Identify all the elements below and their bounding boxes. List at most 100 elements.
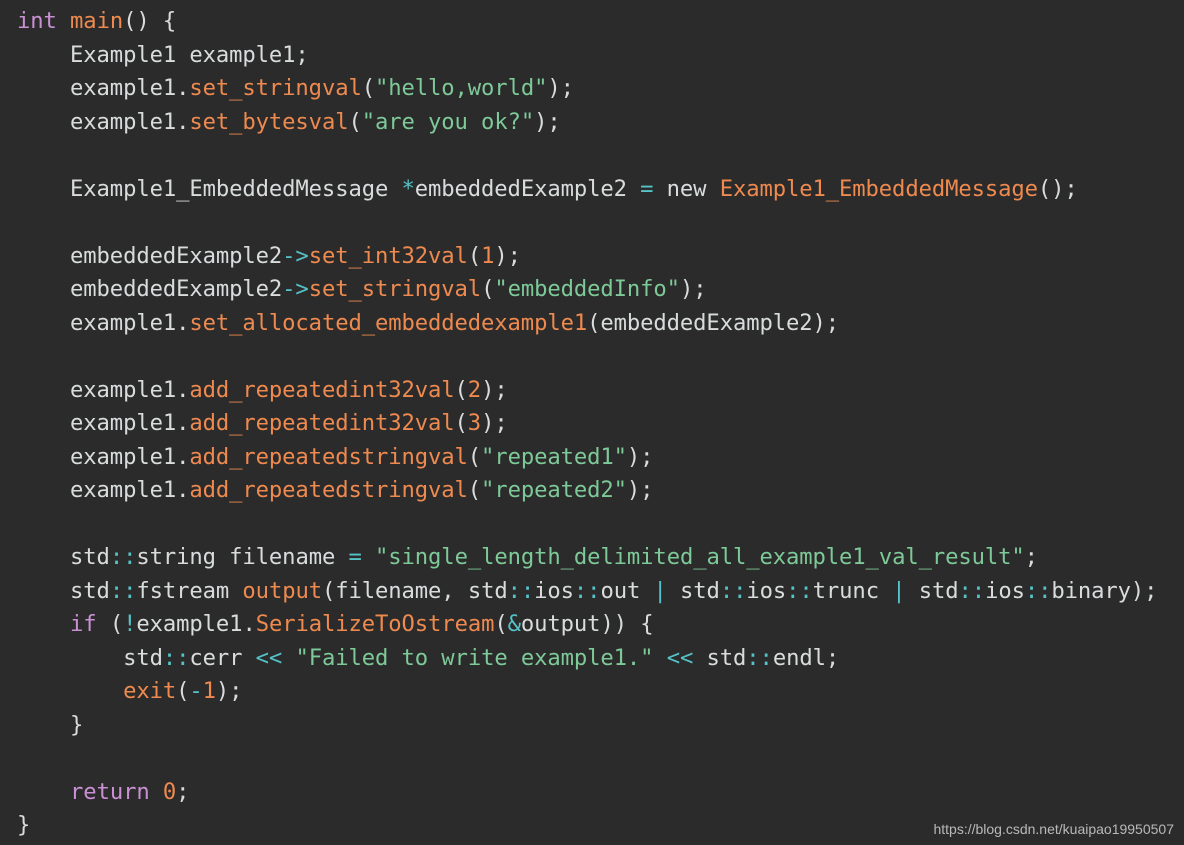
operator-token: = — [640, 175, 654, 202]
function-token: output — [242, 577, 322, 604]
function-token: set_stringval — [189, 75, 362, 101]
plain-token: ); — [494, 242, 521, 269]
plain-token: ); — [547, 75, 574, 101]
code-line: example1.set_allocated_embeddedexample1(… — [17, 307, 1157, 341]
code-line: example1.set_stringval("hello,world"); — [17, 72, 1157, 106]
function-token: add_repeatedint32val — [189, 410, 455, 436]
plain-token: (embeddedExample2); — [587, 309, 840, 336]
operator-token: << — [666, 644, 694, 671]
plain-token: ios — [746, 577, 787, 604]
code-line: exit(-1); — [17, 675, 1157, 709]
plain-token: endl; — [772, 644, 840, 671]
keyword-token: if — [70, 611, 97, 637]
plain-token: (); — [1037, 175, 1078, 202]
plain-token: output)) { — [520, 611, 654, 637]
operator-token: | — [653, 577, 667, 604]
plain-token: std — [693, 644, 747, 671]
plain-token: embeddedExample2 — [414, 175, 641, 202]
operator-token: -> — [282, 276, 309, 302]
operator-token: * — [401, 175, 415, 202]
plain-token: cerr — [189, 644, 256, 671]
function-token: set_bytesval — [189, 108, 349, 135]
string-token: "embeddedInfo" — [494, 276, 680, 302]
code-line: if (!example1.SerializeToOstream(&output… — [17, 608, 1157, 642]
operator-token: :: — [1024, 577, 1052, 604]
code-line: example1.add_repeatedstringval("repeated… — [17, 474, 1157, 508]
plain-token: example1. — [17, 443, 190, 470]
plain-token: std — [17, 544, 110, 570]
plain-token: ( — [348, 108, 362, 135]
plain-token: out — [600, 577, 654, 604]
operator-token: :: — [786, 577, 813, 604]
plain-token: ; — [176, 778, 190, 805]
operator-token: :: — [746, 644, 773, 671]
operator-token: | — [892, 577, 906, 604]
number-token: 0 — [162, 778, 177, 805]
plain-token: example1. — [17, 477, 190, 503]
code-line: std::string filename = "single_length_de… — [17, 541, 1157, 575]
plain-token: () { — [123, 8, 177, 34]
plain-token: example1. — [17, 410, 190, 436]
plain-token: trunc — [812, 577, 893, 604]
code-line: example1.add_repeatedint32val(2); — [17, 374, 1157, 408]
operator-token: << — [255, 644, 283, 671]
function-token: exit — [123, 678, 177, 704]
operator-token: :: — [958, 577, 986, 604]
code-line: } — [17, 709, 1157, 743]
code-block[interactable]: int main() { Example1 example1; example1… — [17, 5, 1158, 843]
plain-token: example1. — [17, 108, 190, 135]
plain-token: ); — [626, 477, 654, 503]
code-line: Example1 example1; — [17, 39, 1157, 73]
plain-token: ( — [467, 242, 482, 269]
code-line: example1.add_repeatedstringval("repeated… — [17, 441, 1157, 475]
function-token: main — [70, 8, 124, 34]
plain-token: ); — [481, 410, 508, 436]
number-token: 3 — [467, 410, 482, 436]
function-token: set_stringval — [308, 276, 482, 302]
code-line: embeddedExample2->set_int32val(1); — [17, 240, 1157, 274]
plain-token: ); — [626, 443, 654, 470]
number-token: 1 — [202, 678, 216, 704]
plain-token: example1. — [17, 376, 190, 403]
plain-token: example1. — [136, 611, 256, 637]
plain-token: ( — [361, 75, 375, 101]
string-token: "hello,world" — [374, 75, 548, 101]
plain-token: ( — [467, 443, 482, 470]
code-line: std::cerr << "Failed to write example1."… — [17, 642, 1157, 676]
plain-token: ); — [215, 678, 243, 704]
code-line: return 0; — [17, 776, 1157, 810]
plain-token: new — [653, 175, 720, 202]
operator-token: -> — [282, 242, 309, 269]
plain-token: ; — [1024, 544, 1038, 570]
operator-token: & — [507, 611, 521, 637]
plain-token: example1. — [17, 309, 190, 336]
operator-token: :: — [719, 577, 747, 604]
operator-token: :: — [507, 577, 535, 604]
operator-token: :: — [573, 577, 601, 604]
plain-token: } — [17, 812, 31, 838]
keyword-token: return — [70, 778, 150, 805]
plain-token: (filename, std — [321, 577, 508, 604]
plain-token: std — [905, 577, 959, 604]
code-line: Example1_EmbeddedMessage *embeddedExampl… — [17, 173, 1157, 207]
string-token: "repeated2" — [481, 477, 627, 503]
plain-token: Example1_EmbeddedMessage — [17, 175, 402, 202]
operator-token: :: — [109, 544, 137, 570]
plain-token: ios — [985, 577, 1025, 604]
function-token: add_repeatedstringval — [189, 443, 468, 470]
plain-token: ); — [481, 376, 508, 403]
plain-token: std — [17, 644, 163, 671]
string-token: "single_length_delimited_all_example1_va… — [375, 544, 1025, 570]
plain-token: } — [17, 711, 84, 738]
plain-token: ( — [481, 276, 495, 302]
